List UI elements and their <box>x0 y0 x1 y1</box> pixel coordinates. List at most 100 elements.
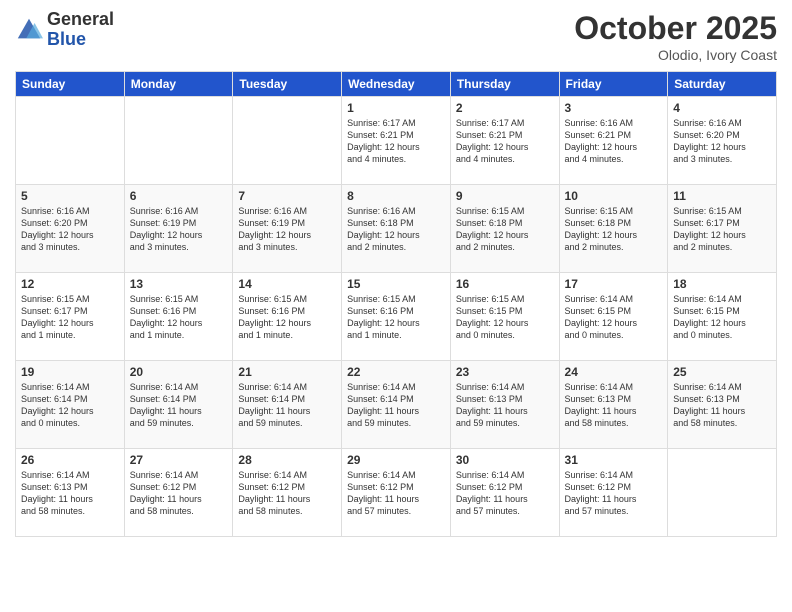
day-number: 8 <box>347 189 445 203</box>
day-number: 22 <box>347 365 445 379</box>
day-info: Sunrise: 6:14 AM Sunset: 6:12 PM Dayligh… <box>130 469 228 518</box>
table-row: 7 Sunrise: 6:16 AM Sunset: 6:19 PM Daylig… <box>233 185 342 273</box>
day-info: Sunrise: 6:17 AM Sunset: 6:21 PM Dayligh… <box>456 117 554 166</box>
day-info: Sunrise: 6:16 AM Sunset: 6:19 PM Dayligh… <box>238 205 336 254</box>
location-subtitle: Olodio, Ivory Coast <box>574 47 777 63</box>
day-info: Sunrise: 6:16 AM Sunset: 6:19 PM Dayligh… <box>130 205 228 254</box>
day-number: 7 <box>238 189 336 203</box>
day-info: Sunrise: 6:15 AM Sunset: 6:18 PM Dayligh… <box>456 205 554 254</box>
col-tuesday: Tuesday <box>233 72 342 97</box>
day-number: 16 <box>456 277 554 291</box>
calendar-header-row: Sunday Monday Tuesday Wednesday Thursday… <box>16 72 777 97</box>
day-number: 29 <box>347 453 445 467</box>
day-info: Sunrise: 6:16 AM Sunset: 6:20 PM Dayligh… <box>21 205 119 254</box>
table-row: 11Sunrise: 6:15 AM Sunset: 6:17 PM Dayli… <box>668 185 777 273</box>
day-info: Sunrise: 6:14 AM Sunset: 6:13 PM Dayligh… <box>565 381 663 430</box>
day-info: Sunrise: 6:14 AM Sunset: 6:15 PM Dayligh… <box>565 293 663 342</box>
day-info: Sunrise: 6:16 AM Sunset: 6:20 PM Dayligh… <box>673 117 771 166</box>
day-info: Sunrise: 6:14 AM Sunset: 6:12 PM Dayligh… <box>456 469 554 518</box>
day-info: Sunrise: 6:14 AM Sunset: 6:13 PM Dayligh… <box>673 381 771 430</box>
table-row: 30 Sunrise: 6:14 AM Sunset: 6:12 PM Dayli… <box>450 449 559 537</box>
table-row: 4Sunrise: 6:16 AM Sunset: 6:20 PM Daylig… <box>668 97 777 185</box>
day-info: Sunrise: 6:14 AM Sunset: 6:15 PM Dayligh… <box>673 293 771 342</box>
table-row: 10 Sunrise: 6:15 AM Sunset: 6:18 PM Dayli… <box>559 185 668 273</box>
day-info: Sunrise: 6:14 AM Sunset: 6:14 PM Dayligh… <box>238 381 336 430</box>
table-row: 15 Sunrise: 6:15 AM Sunset: 6:16 PM Dayli… <box>342 273 451 361</box>
day-number: 25 <box>673 365 771 379</box>
table-row: 6 Sunrise: 6:16 AM Sunset: 6:19 PM Daylig… <box>124 185 233 273</box>
table-row <box>16 97 125 185</box>
table-row: 21 Sunrise: 6:14 AM Sunset: 6:14 PM Dayli… <box>233 361 342 449</box>
table-row: 12Sunrise: 6:15 AM Sunset: 6:17 PM Dayli… <box>16 273 125 361</box>
calendar-week-4: 19 Sunrise: 6:14 AM Sunset: 6:14 PM Dayli… <box>16 361 777 449</box>
day-number: 15 <box>347 277 445 291</box>
page-header: General Blue October 2025 Olodio, Ivory … <box>15 10 777 63</box>
day-number: 14 <box>238 277 336 291</box>
day-info: Sunrise: 6:14 AM Sunset: 6:14 PM Dayligh… <box>21 381 119 430</box>
calendar-table: Sunday Monday Tuesday Wednesday Thursday… <box>15 71 777 537</box>
day-info: Sunrise: 6:15 AM Sunset: 6:16 PM Dayligh… <box>130 293 228 342</box>
table-row: 23Sunrise: 6:14 AM Sunset: 6:13 PM Dayli… <box>450 361 559 449</box>
table-row: 17 Sunrise: 6:14 AM Sunset: 6:15 PM Dayli… <box>559 273 668 361</box>
col-saturday: Saturday <box>668 72 777 97</box>
calendar-week-3: 12Sunrise: 6:15 AM Sunset: 6:17 PM Dayli… <box>16 273 777 361</box>
day-info: Sunrise: 6:14 AM Sunset: 6:14 PM Dayligh… <box>347 381 445 430</box>
logo-text: General Blue <box>47 10 114 50</box>
table-row: 19 Sunrise: 6:14 AM Sunset: 6:14 PM Dayli… <box>16 361 125 449</box>
table-row: 13 Sunrise: 6:15 AM Sunset: 6:16 PM Dayli… <box>124 273 233 361</box>
day-number: 17 <box>565 277 663 291</box>
table-row: 1Sunrise: 6:17 AM Sunset: 6:21 PM Daylig… <box>342 97 451 185</box>
day-info: Sunrise: 6:15 AM Sunset: 6:18 PM Dayligh… <box>565 205 663 254</box>
day-number: 3 <box>565 101 663 115</box>
table-row <box>233 97 342 185</box>
day-number: 19 <box>21 365 119 379</box>
title-block: October 2025 Olodio, Ivory Coast <box>574 10 777 63</box>
table-row <box>668 449 777 537</box>
day-info: Sunrise: 6:14 AM Sunset: 6:13 PM Dayligh… <box>21 469 119 518</box>
col-friday: Friday <box>559 72 668 97</box>
calendar-week-1: 1Sunrise: 6:17 AM Sunset: 6:21 PM Daylig… <box>16 97 777 185</box>
day-number: 24 <box>565 365 663 379</box>
table-row: 16 Sunrise: 6:15 AM Sunset: 6:15 PM Dayli… <box>450 273 559 361</box>
day-number: 21 <box>238 365 336 379</box>
day-number: 26 <box>21 453 119 467</box>
calendar-week-5: 26 Sunrise: 6:14 AM Sunset: 6:13 PM Dayli… <box>16 449 777 537</box>
day-number: 13 <box>130 277 228 291</box>
table-row: 31Sunrise: 6:14 AM Sunset: 6:12 PM Dayli… <box>559 449 668 537</box>
table-row: 26 Sunrise: 6:14 AM Sunset: 6:13 PM Dayli… <box>16 449 125 537</box>
table-row: 5 Sunrise: 6:16 AM Sunset: 6:20 PM Daylig… <box>16 185 125 273</box>
day-info: Sunrise: 6:14 AM Sunset: 6:12 PM Dayligh… <box>238 469 336 518</box>
logo-icon <box>15 16 43 44</box>
day-info: Sunrise: 6:15 AM Sunset: 6:17 PM Dayligh… <box>21 293 119 342</box>
day-number: 27 <box>130 453 228 467</box>
day-info: Sunrise: 6:14 AM Sunset: 6:13 PM Dayligh… <box>456 381 554 430</box>
col-thursday: Thursday <box>450 72 559 97</box>
table-row: 3Sunrise: 6:16 AM Sunset: 6:21 PM Daylig… <box>559 97 668 185</box>
day-number: 10 <box>565 189 663 203</box>
table-row: 22 Sunrise: 6:14 AM Sunset: 6:14 PM Dayli… <box>342 361 451 449</box>
col-monday: Monday <box>124 72 233 97</box>
logo-general: General <box>47 10 114 30</box>
day-info: Sunrise: 6:15 AM Sunset: 6:16 PM Dayligh… <box>347 293 445 342</box>
page-container: General Blue October 2025 Olodio, Ivory … <box>0 0 792 612</box>
day-number: 18 <box>673 277 771 291</box>
col-wednesday: Wednesday <box>342 72 451 97</box>
day-number: 6 <box>130 189 228 203</box>
day-info: Sunrise: 6:15 AM Sunset: 6:15 PM Dayligh… <box>456 293 554 342</box>
day-info: Sunrise: 6:14 AM Sunset: 6:12 PM Dayligh… <box>347 469 445 518</box>
table-row: 2Sunrise: 6:17 AM Sunset: 6:21 PM Daylig… <box>450 97 559 185</box>
table-row: 27 Sunrise: 6:14 AM Sunset: 6:12 PM Dayli… <box>124 449 233 537</box>
table-row: 20Sunrise: 6:14 AM Sunset: 6:14 PM Dayli… <box>124 361 233 449</box>
table-row: 14 Sunrise: 6:15 AM Sunset: 6:16 PM Dayli… <box>233 273 342 361</box>
month-title: October 2025 <box>574 10 777 47</box>
day-info: Sunrise: 6:14 AM Sunset: 6:14 PM Dayligh… <box>130 381 228 430</box>
day-number: 5 <box>21 189 119 203</box>
day-number: 30 <box>456 453 554 467</box>
table-row: 18 Sunrise: 6:14 AM Sunset: 6:15 PM Dayli… <box>668 273 777 361</box>
day-info: Sunrise: 6:16 AM Sunset: 6:18 PM Dayligh… <box>347 205 445 254</box>
table-row: 24 Sunrise: 6:14 AM Sunset: 6:13 PM Dayli… <box>559 361 668 449</box>
day-number: 31 <box>565 453 663 467</box>
table-row: 28Sunrise: 6:14 AM Sunset: 6:12 PM Dayli… <box>233 449 342 537</box>
table-row: 29 Sunrise: 6:14 AM Sunset: 6:12 PM Dayli… <box>342 449 451 537</box>
day-info: Sunrise: 6:15 AM Sunset: 6:16 PM Dayligh… <box>238 293 336 342</box>
